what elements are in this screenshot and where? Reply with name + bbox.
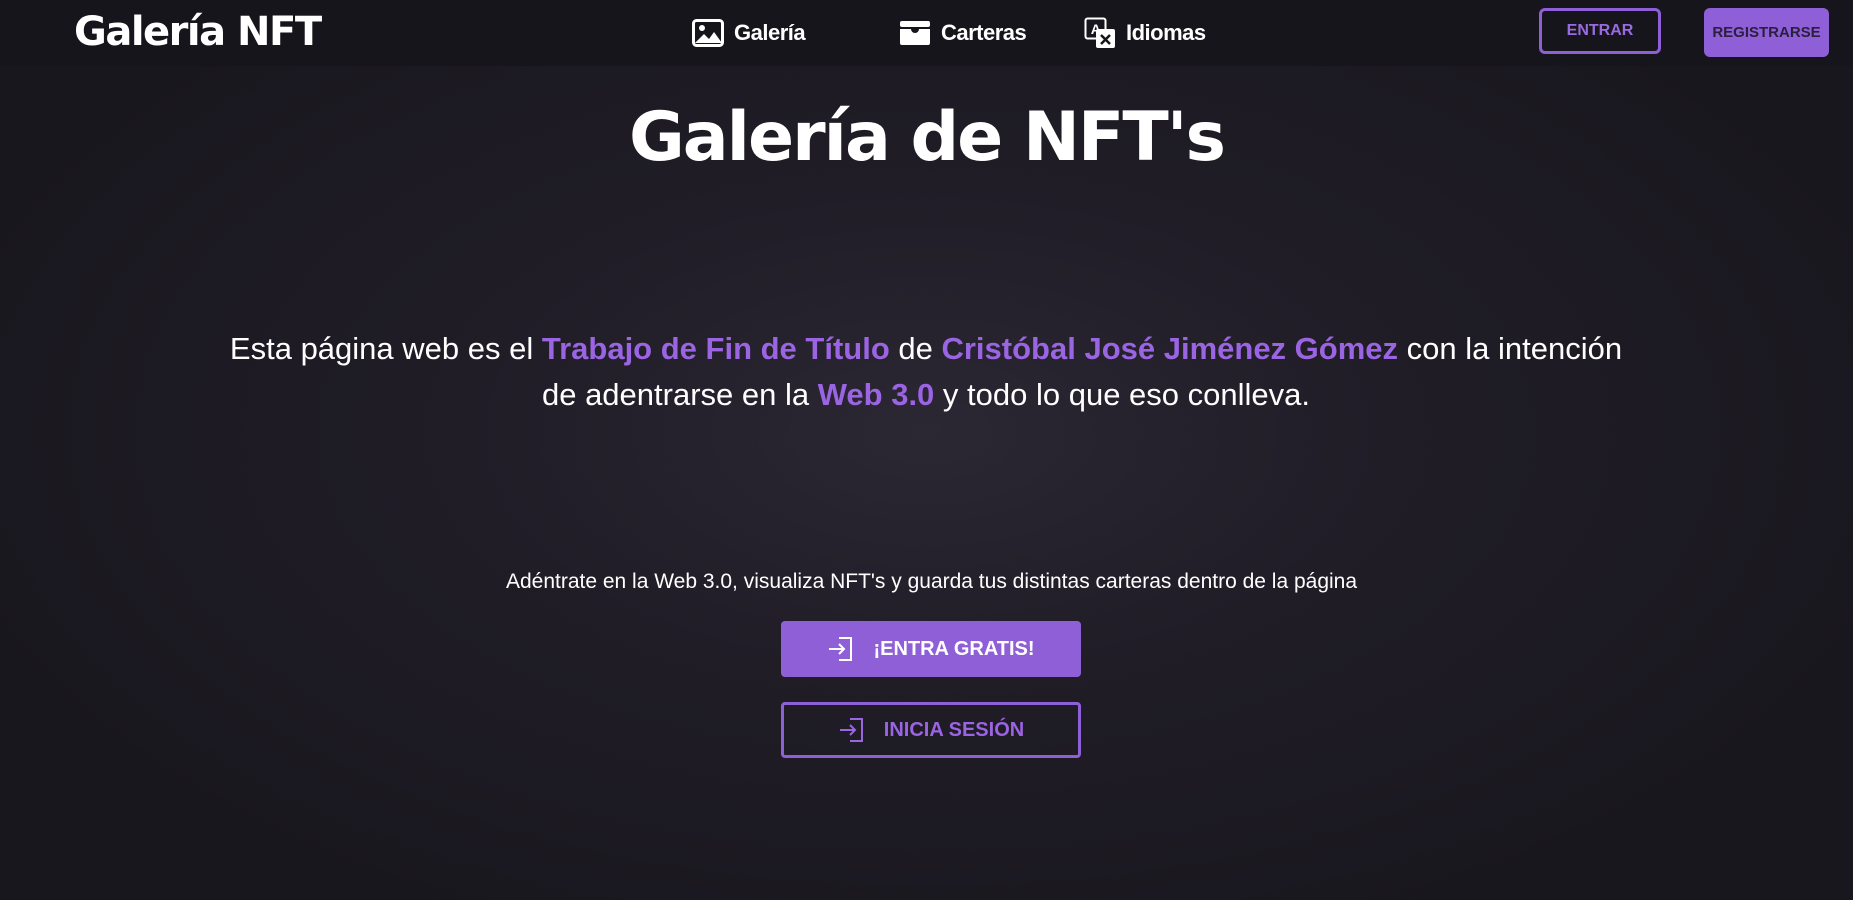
image-icon <box>692 18 724 48</box>
intro-text: y todo lo que eso conlleva. <box>934 377 1311 412</box>
highlight-web3: Web 3.0 <box>817 377 935 412</box>
intro-text: de <box>889 331 942 366</box>
nav-item-label: Galería <box>734 20 806 45</box>
login-button[interactable]: ENTRAR <box>1539 8 1661 54</box>
page-title: Galería de NFT's <box>628 98 1226 177</box>
site-logo[interactable]: Galería NFT <box>74 6 322 58</box>
nav-item-galeria[interactable]: Galería <box>692 14 806 52</box>
sign-in-button[interactable]: INICIA SESIÓN <box>781 702 1081 758</box>
wallet-icon <box>899 18 931 48</box>
enter-free-button[interactable]: ¡ENTRA GRATIS! <box>781 621 1081 677</box>
translate-icon: A <box>1084 17 1116 48</box>
intro-text: Esta página web es el <box>229 331 542 366</box>
highlight-author: Cristóbal José Jiménez Gómez <box>941 331 1399 366</box>
nav-item-idiomas[interactable]: A Idiomas <box>1084 14 1206 52</box>
login-icon <box>827 635 855 663</box>
sign-in-label: INICIA SESIÓN <box>883 718 1025 741</box>
register-button[interactable]: REGISTRARSE <box>1704 8 1829 57</box>
intro-paragraph: Esta página web es el Trabajo de Fin de … <box>226 326 1626 418</box>
nav-item-label: Carteras <box>941 20 1027 45</box>
top-navbar: Galería NFT Galería Carteras A Idiomas E… <box>0 0 1853 66</box>
nav-item-label: Idiomas <box>1126 20 1206 45</box>
enter-free-label: ¡ENTRA GRATIS! <box>873 637 1035 660</box>
nav-item-carteras[interactable]: Carteras <box>899 14 1027 52</box>
cta-description: Adéntrate en la Web 3.0, visualiza NFT's… <box>505 570 1358 593</box>
login-icon <box>838 716 866 744</box>
highlight-project: Trabajo de Fin de Título <box>541 331 890 366</box>
